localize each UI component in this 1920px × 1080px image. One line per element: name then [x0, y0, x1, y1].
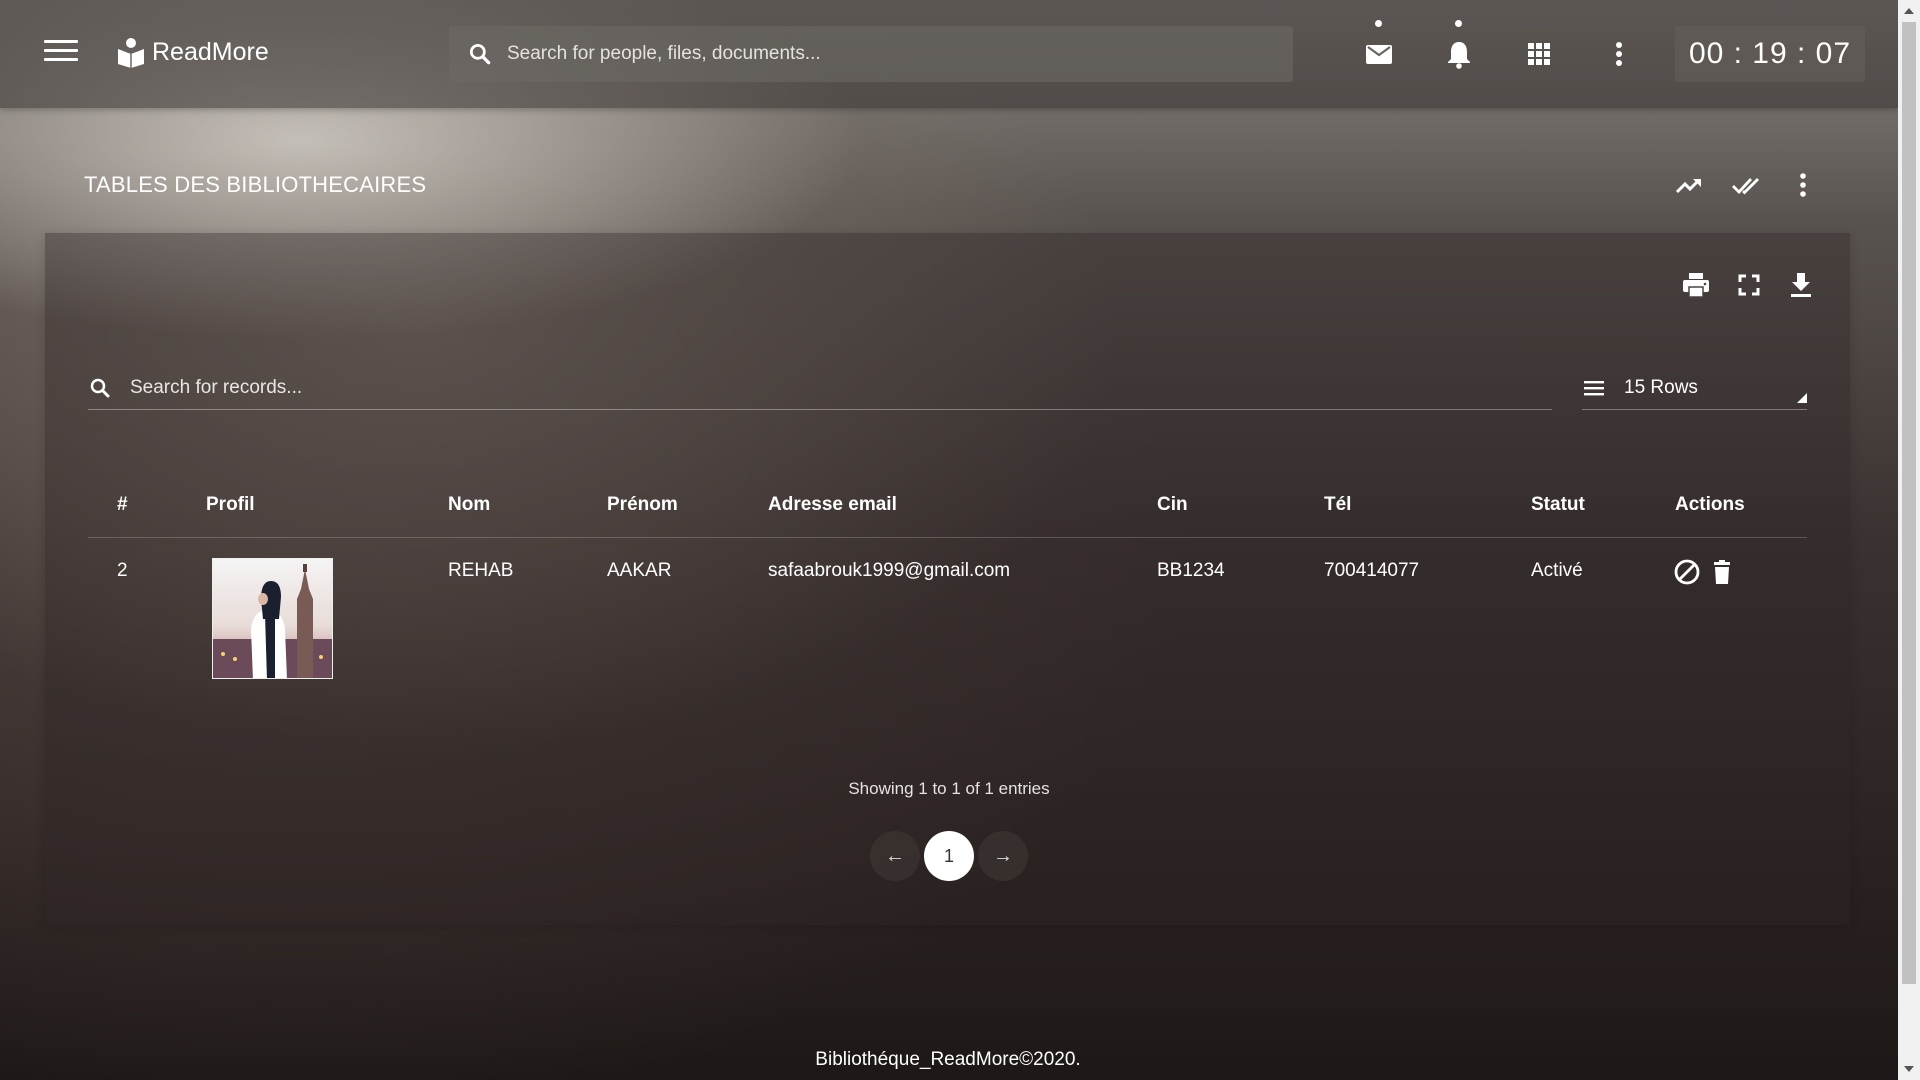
- apps-grid-icon[interactable]: [1523, 38, 1555, 70]
- page-button[interactable]: 1: [924, 831, 974, 881]
- page-title: TABLES DES BIBLIOTHECAIRES: [84, 172, 427, 197]
- cell-email: safaabrouk1999@gmail.com: [768, 560, 1011, 581]
- column-header[interactable]: Profil: [206, 494, 255, 516]
- cell-nom: REHAB: [448, 560, 514, 581]
- pagination-summary: Showing 1 to 1 of 1 entries: [848, 779, 1050, 798]
- mail-indicator-dot: [1375, 20, 1382, 27]
- column-header: Actions: [1675, 494, 1745, 515]
- app-logo[interactable]: ReadMore: [116, 36, 269, 68]
- trash-icon[interactable]: [1708, 558, 1736, 586]
- app-name: ReadMore: [152, 37, 269, 66]
- avatar: [212, 558, 333, 679]
- bell-icon[interactable]: [1443, 38, 1475, 70]
- rows-per-page-label: 15 Rows: [1624, 376, 1698, 398]
- scrollbar[interactable]: [1898, 0, 1920, 1080]
- scroll-thumb[interactable]: [1902, 22, 1916, 984]
- search-icon: [469, 43, 491, 65]
- cell-prenom: AAKAR: [607, 560, 672, 581]
- search-icon: [90, 378, 110, 397]
- global-search-input[interactable]: [507, 43, 1293, 65]
- session-timer: 00 : 19 : 07: [1675, 26, 1865, 82]
- next-page-button[interactable]: →: [978, 831, 1028, 881]
- global-search[interactable]: [449, 26, 1293, 82]
- cell-statut: Activé: [1531, 560, 1583, 581]
- print-icon[interactable]: [1681, 270, 1711, 300]
- footer-text: Bibliothéque_ReadMore©2020.: [815, 1049, 1081, 1070]
- download-icon[interactable]: [1786, 270, 1816, 300]
- scroll-down-icon[interactable]: [1904, 1066, 1914, 1072]
- column-header[interactable]: Cin: [1157, 494, 1188, 516]
- records-search[interactable]: [88, 366, 1552, 410]
- column-header[interactable]: Prénom: [607, 494, 678, 516]
- rows-per-page-select[interactable]: 15 Rows: [1582, 366, 1807, 410]
- column-header[interactable]: Statut: [1531, 494, 1585, 516]
- mail-icon[interactable]: [1363, 38, 1395, 70]
- column-header[interactable]: #: [117, 494, 128, 516]
- more-vertical-icon[interactable]: [1788, 170, 1818, 200]
- column-header[interactable]: Adresse email: [768, 494, 897, 516]
- pagination: ← 1 →: [870, 831, 1028, 881]
- table-row: 2 REHAB AAKAR safaabrouk1999@gmail.com B…: [88, 540, 1807, 690]
- done-all-icon[interactable]: [1731, 170, 1761, 200]
- cell-tel: 700414077: [1324, 560, 1420, 581]
- profile-photo: [213, 559, 332, 678]
- prev-page-button[interactable]: ←: [870, 831, 920, 881]
- cell-cin: BB1234: [1157, 560, 1225, 581]
- trending-up-icon[interactable]: [1674, 170, 1704, 200]
- records-search-input[interactable]: [130, 376, 1552, 399]
- block-icon[interactable]: [1673, 558, 1701, 586]
- column-header[interactable]: Nom: [448, 494, 490, 516]
- more-vertical-icon[interactable]: [1603, 38, 1635, 70]
- table-header: # Profil Nom Prénom Adresse email Cin Té…: [88, 480, 1807, 538]
- cell-id: 2: [117, 560, 128, 581]
- scroll-up-icon[interactable]: [1904, 8, 1914, 14]
- book-reader-icon: [118, 38, 144, 68]
- select-corner-icon: [1797, 393, 1807, 403]
- column-header[interactable]: Tél: [1324, 494, 1351, 516]
- top-navbar: ReadMore 00 : 19 : 07: [0, 0, 1898, 108]
- list-icon: [1584, 380, 1604, 395]
- bell-indicator-dot: [1455, 20, 1462, 27]
- fullscreen-icon[interactable]: [1734, 270, 1764, 300]
- menu-icon[interactable]: [44, 40, 78, 68]
